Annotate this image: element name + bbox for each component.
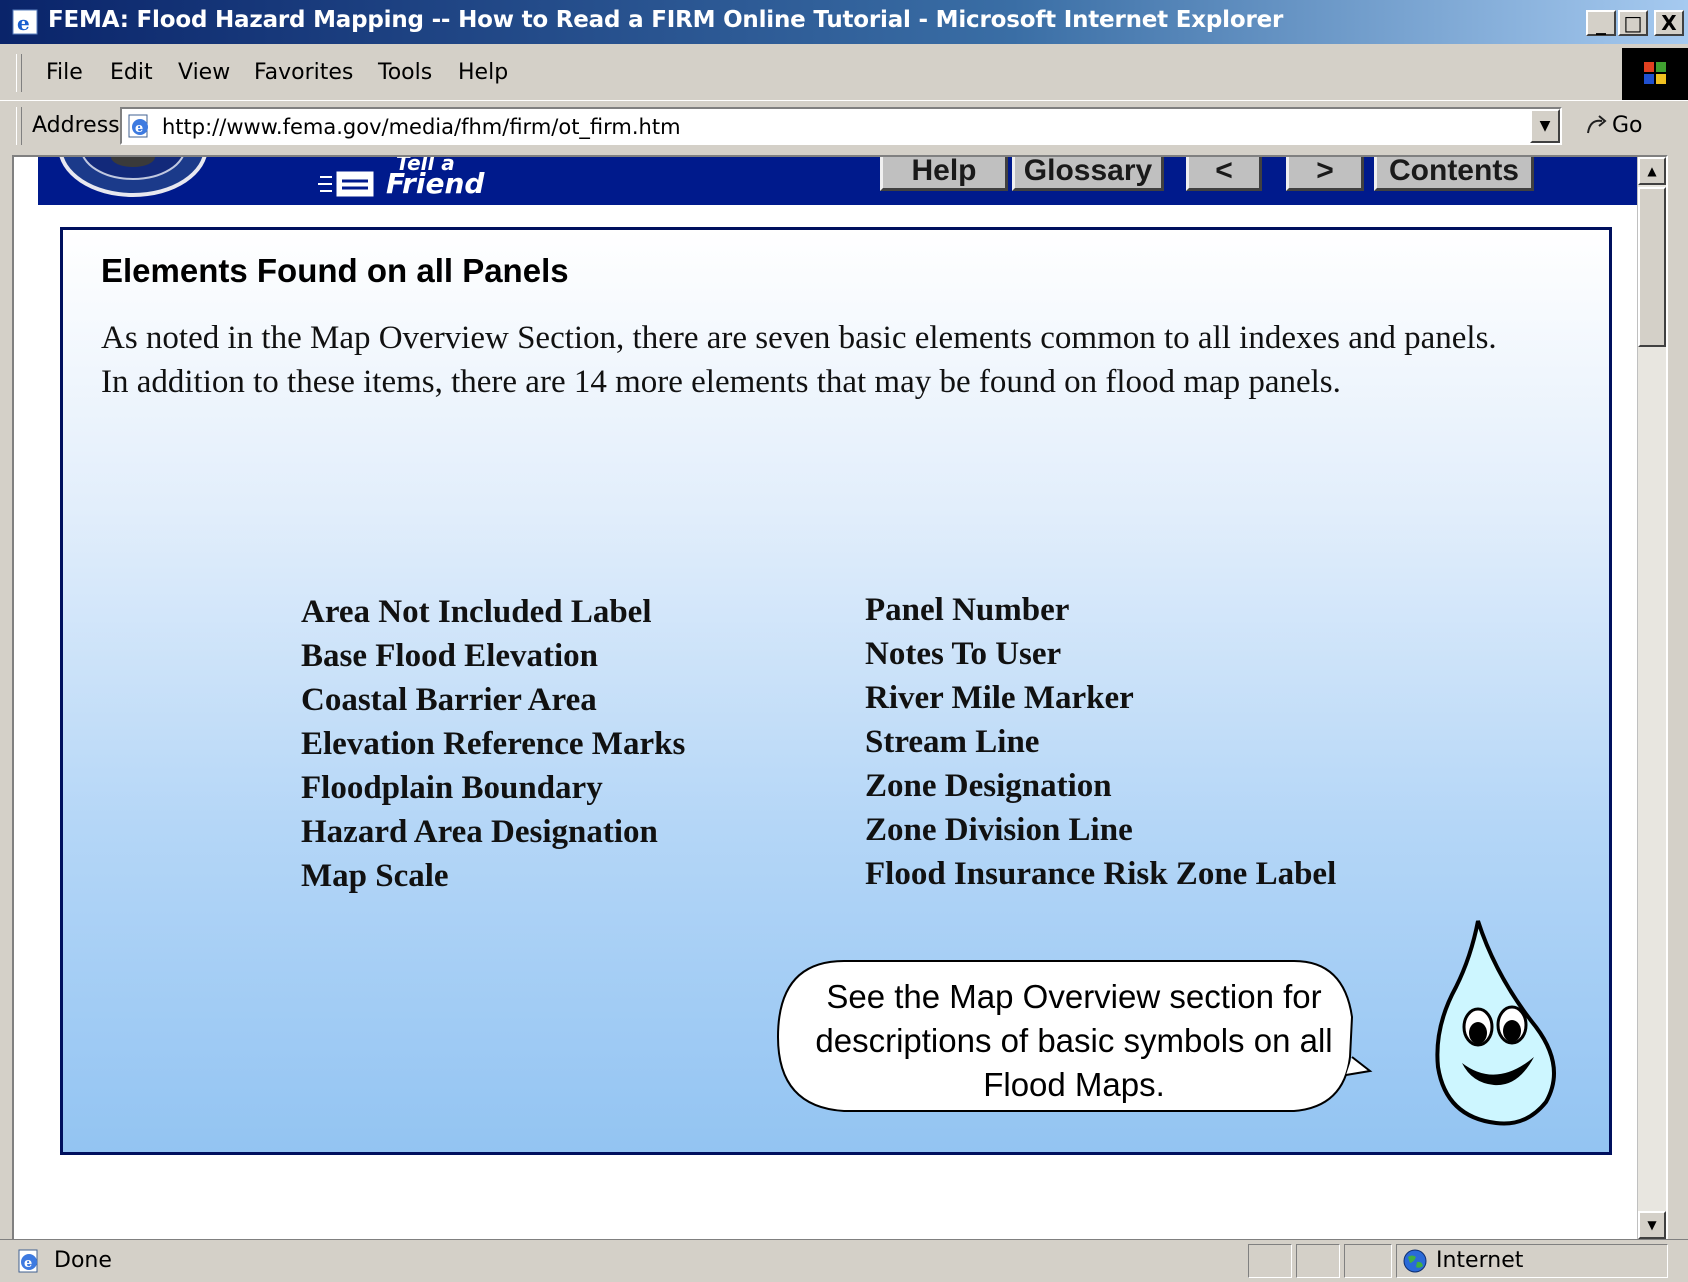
status-segment [1344, 1244, 1392, 1278]
scroll-up-button[interactable]: ▲ [1638, 157, 1666, 185]
ie-icon: e [12, 9, 38, 35]
windows-logo-icon [1622, 48, 1688, 100]
nav-banner: Tell a Friend Help Glossary < > Contents [38, 157, 1638, 205]
list-item: Notes To User [865, 636, 1062, 672]
intro-paragraph: As noted in the Map Overview Section, th… [101, 320, 1497, 400]
menu-favorites[interactable]: Favorites [254, 60, 353, 85]
envelope-icon [318, 170, 375, 198]
previous-nav-button[interactable]: < [1186, 157, 1262, 191]
menu-help[interactable]: Help [458, 60, 508, 85]
go-arrow-icon[interactable] [1584, 113, 1610, 139]
list-item: River Mile Marker [865, 680, 1134, 716]
speech-bubble: See the Map Overview section for descrip… [774, 957, 1414, 1121]
svg-text:e: e [135, 121, 143, 136]
water-drop-mascot-icon [1435, 920, 1556, 1126]
window-title: FEMA: Flood Hazard Mapping -- How to Rea… [48, 7, 1284, 33]
address-url[interactable]: http://www.fema.gov/media/fhm/firm/ot_fi… [162, 115, 681, 139]
list-item: Hazard Area Designation [301, 814, 658, 850]
status-segment [1296, 1244, 1340, 1278]
status-text: Done [54, 1248, 112, 1273]
list-item: Coastal Barrier Area [301, 682, 597, 718]
address-dropdown-button[interactable]: ▼ [1530, 109, 1560, 143]
close-button[interactable]: X [1654, 10, 1684, 36]
address-input[interactable]: e http://www.fema.gov/media/fhm/firm/ot_… [120, 107, 1562, 145]
vertical-scrollbar[interactable]: ▲ ▼ [1637, 157, 1666, 1239]
menu-bar: File Edit View Favorites Tools Help [0, 48, 1688, 101]
list-item: Stream Line [865, 724, 1040, 760]
elements-list-right: Panel Number Notes To User River Mile Ma… [865, 588, 1336, 896]
list-item: Map Scale [301, 858, 449, 894]
address-bar: Address e http://www.fema.gov/media/fhm/… [0, 100, 1688, 153]
menu-edit[interactable]: Edit [110, 60, 153, 85]
status-segment [1248, 1244, 1292, 1278]
minimize-button[interactable]: _ [1586, 10, 1616, 36]
address-label: Address [32, 113, 120, 138]
glossary-nav-button[interactable]: Glossary [1012, 157, 1164, 191]
toolbar-grip[interactable] [16, 107, 22, 145]
speech-bubble-text: See the Map Overview section for descrip… [815, 978, 1333, 1103]
panel-heading: Elements Found on all Panels [101, 252, 569, 289]
window-title-bar: e FEMA: Flood Hazard Mapping -- How to R… [0, 0, 1688, 44]
list-item: Zone Division Line [865, 812, 1133, 848]
page-done-icon: e [18, 1249, 38, 1273]
tell-a-friend-link[interactable]: Tell a Friend [318, 157, 498, 201]
menu-file[interactable]: File [46, 60, 83, 85]
globe-icon [1403, 1249, 1427, 1273]
list-item: Flood Insurance Risk Zone Label [865, 856, 1337, 892]
list-item: Elevation Reference Marks [301, 726, 686, 762]
fema-seal-icon [58, 157, 208, 197]
svg-text:e: e [24, 1256, 32, 1271]
menu-tools[interactable]: Tools [378, 60, 432, 85]
list-item: Base Flood Elevation [301, 638, 599, 674]
page-icon: e [128, 114, 148, 138]
scroll-down-button[interactable]: ▼ [1638, 1211, 1666, 1239]
next-nav-button[interactable]: > [1286, 157, 1364, 191]
status-bar: e Done Internet [0, 1239, 1688, 1282]
list-item: Panel Number [865, 592, 1070, 628]
contents-nav-button[interactable]: Contents [1374, 157, 1534, 191]
tell-a-friend-line2: Friend [386, 167, 485, 200]
page-viewport: Tell a Friend Help Glossary < > Contents… [12, 155, 1668, 1241]
list-item: Floodplain Boundary [301, 770, 603, 806]
list-item: Zone Designation [865, 768, 1112, 804]
list-item: Area Not Included Label [301, 594, 652, 630]
menu-view[interactable]: View [178, 60, 230, 85]
maximize-button[interactable]: □ [1618, 10, 1648, 36]
help-nav-button[interactable]: Help [880, 157, 1008, 191]
security-zone-label: Internet [1436, 1248, 1524, 1273]
go-button[interactable]: Go [1612, 113, 1643, 138]
scroll-thumb[interactable] [1638, 187, 1666, 347]
toolbar-grip[interactable] [16, 54, 22, 92]
svg-text:e: e [17, 11, 30, 35]
elements-list-left: Area Not Included Label Base Flood Eleva… [301, 590, 685, 898]
